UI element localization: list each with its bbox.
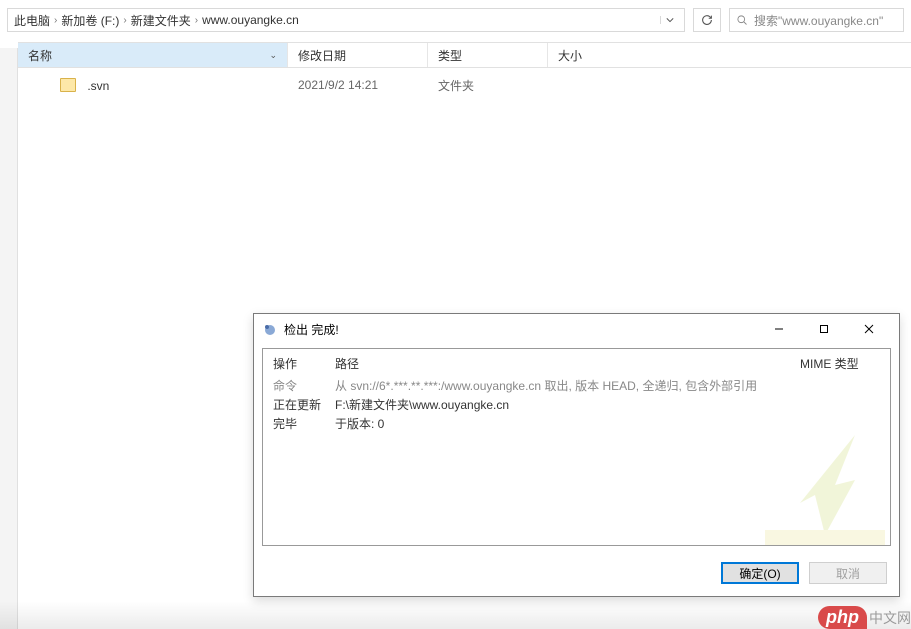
- file-name: .svn: [87, 79, 109, 93]
- chevron-right-icon: ›: [54, 15, 57, 26]
- search-icon: [736, 14, 748, 26]
- crumb-this-pc[interactable]: 此电脑: [14, 12, 50, 29]
- dialog-titlebar[interactable]: 检出 完成!: [254, 314, 899, 344]
- chevron-right-icon: ›: [123, 15, 126, 26]
- close-button[interactable]: [846, 315, 891, 344]
- bottom-shadow: [0, 601, 911, 629]
- ok-button[interactable]: 确定(O): [721, 562, 799, 584]
- watermark-brand: php 中文网: [818, 606, 911, 629]
- column-date[interactable]: 修改日期: [288, 43, 428, 67]
- folder-icon: [60, 78, 76, 92]
- minimize-button[interactable]: [756, 315, 801, 344]
- brand-logo: php: [818, 606, 867, 629]
- maximize-button[interactable]: [801, 315, 846, 344]
- brand-text: 中文网: [869, 608, 911, 628]
- column-name[interactable]: 名称 ⌄: [18, 43, 288, 67]
- log-row: 命令 从 svn://6*.***.**.***:/www.ouyangke.c…: [263, 376, 890, 395]
- crumb-current[interactable]: www.ouyangke.cn: [202, 13, 299, 27]
- header-path: 路径: [335, 355, 800, 372]
- log-row: 正在更新 F:\新建文件夹\www.ouyangke.cn: [263, 395, 890, 414]
- file-date: 2021/9/2 14:21: [288, 78, 428, 92]
- file-type: 文件夹: [428, 77, 548, 94]
- checkout-complete-dialog: 检出 完成! 操作 路径 MIME 类型 命令 从 svn://6*.***.*…: [253, 313, 900, 597]
- left-splitter[interactable]: [0, 48, 18, 629]
- column-type[interactable]: 类型: [428, 43, 548, 67]
- crumb-drive[interactable]: 新加卷 (F:): [61, 12, 119, 29]
- search-input[interactable]: 搜索"www.ouyangke.cn": [729, 8, 904, 32]
- tortoise-icon: [262, 321, 278, 337]
- arrow-down-icon: [760, 425, 890, 545]
- dialog-buttons: 确定(O) 取消: [254, 554, 899, 596]
- list-item[interactable]: .svn 2021/9/2 14:21 文件夹: [18, 74, 911, 96]
- search-placeholder: 搜索"www.ouyangke.cn": [754, 12, 883, 29]
- log-row: 完毕 于版本: 0: [263, 414, 890, 433]
- header-operation: 操作: [273, 355, 335, 372]
- cancel-button: 取消: [809, 562, 887, 584]
- dialog-content: 操作 路径 MIME 类型 命令 从 svn://6*.***.**.***:/…: [262, 348, 891, 546]
- crumb-folder[interactable]: 新建文件夹: [131, 12, 191, 29]
- header-mime: MIME 类型: [800, 355, 880, 372]
- chevron-right-icon: ›: [195, 15, 198, 26]
- column-headers: 名称 ⌄ 修改日期 类型 大小: [18, 42, 911, 68]
- refresh-button[interactable]: [693, 8, 721, 32]
- column-size[interactable]: 大小: [548, 43, 628, 67]
- file-list: .svn 2021/9/2 14:21 文件夹: [18, 68, 911, 96]
- address-bar[interactable]: 此电脑 › 新加卷 (F:) › 新建文件夹 › www.ouyangke.cn: [7, 8, 685, 32]
- dialog-headers: 操作 路径 MIME 类型: [263, 349, 890, 376]
- dialog-title: 检出 完成!: [284, 321, 339, 338]
- history-dropdown[interactable]: [660, 16, 678, 24]
- chevron-down-icon: ⌄: [269, 50, 277, 61]
